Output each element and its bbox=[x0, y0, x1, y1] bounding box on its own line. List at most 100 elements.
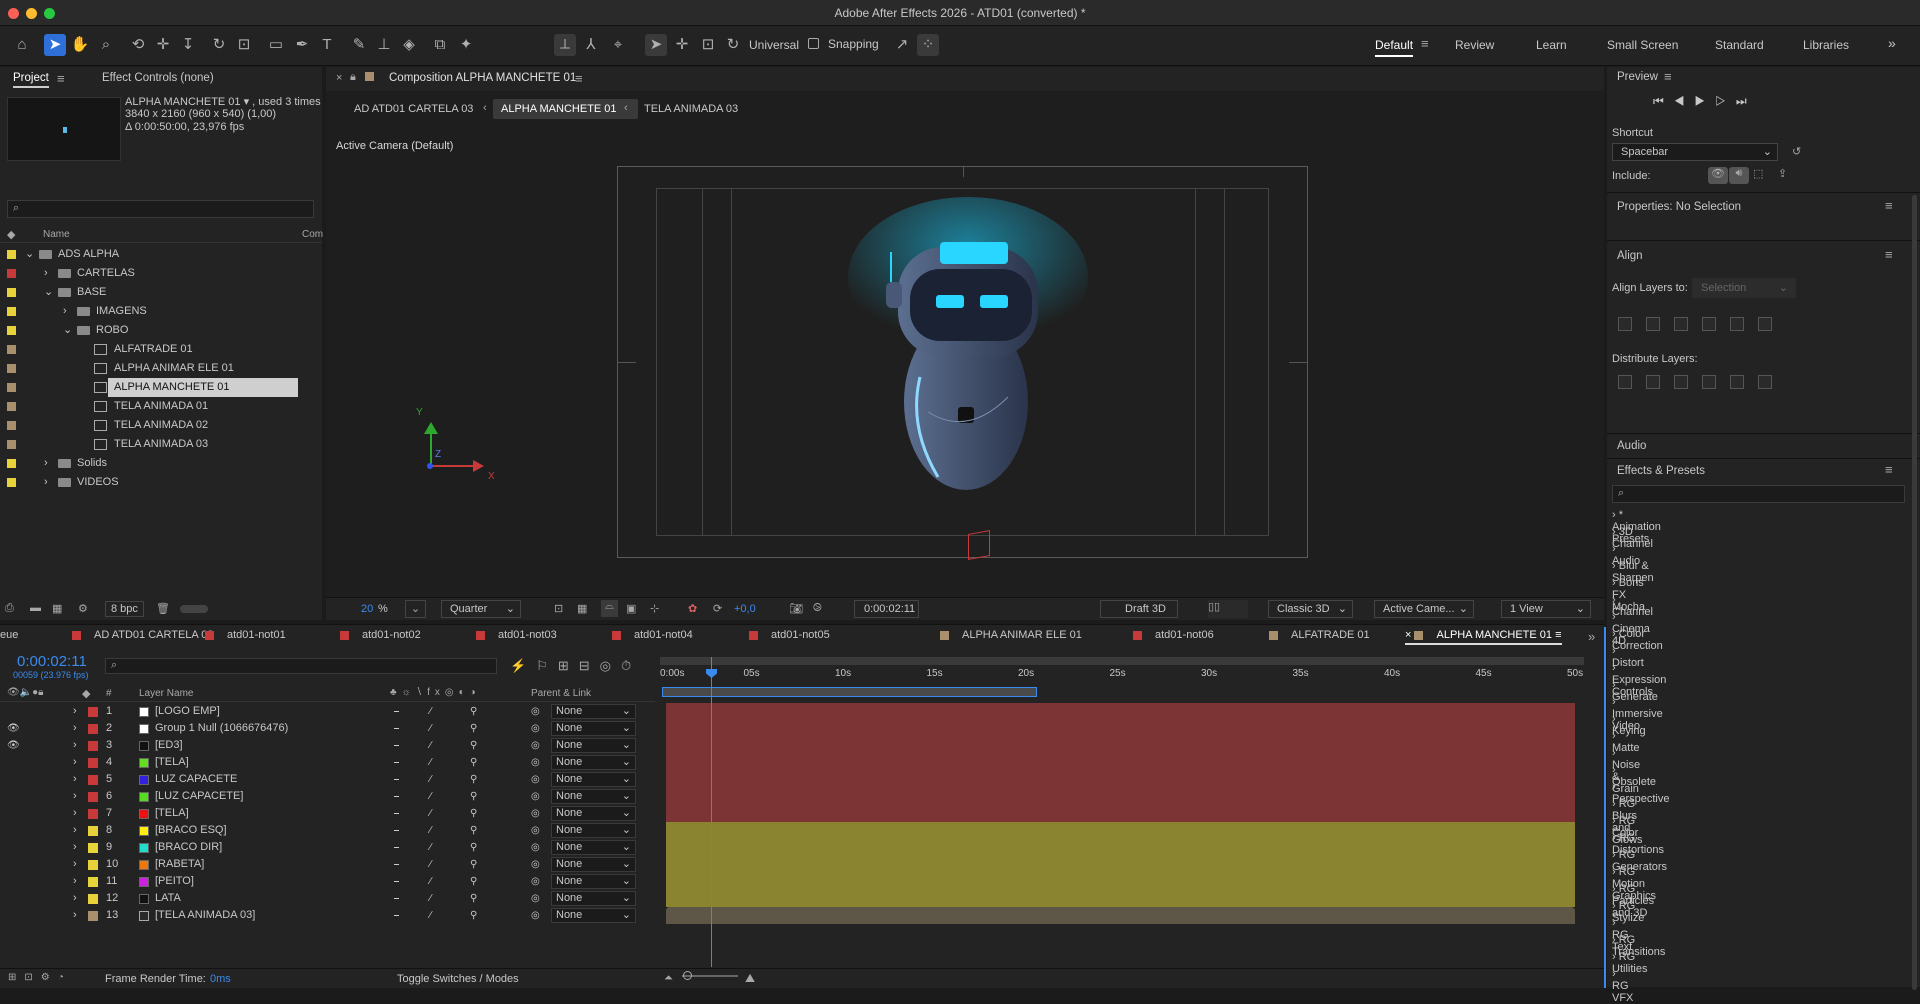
transparency-grid-icon[interactable]: ▦ bbox=[577, 602, 587, 615]
track-matte-icon[interactable]: ⚲ bbox=[470, 737, 477, 754]
label-swatch[interactable] bbox=[88, 894, 98, 904]
label-swatch[interactable] bbox=[7, 459, 16, 468]
timeline-tab[interactable]: atd01-not02 bbox=[340, 625, 421, 645]
label-swatch[interactable] bbox=[7, 307, 16, 316]
parent-select[interactable]: None ⌄ bbox=[551, 908, 636, 923]
label-swatch[interactable] bbox=[88, 724, 98, 734]
snap-options-icon[interactable]: ⁘ bbox=[917, 34, 939, 56]
label-swatch[interactable] bbox=[7, 250, 16, 259]
label-column-icon[interactable]: ◆ bbox=[7, 228, 15, 241]
effects-search-input[interactable]: ⌕ bbox=[1612, 485, 1905, 503]
shortcut-select[interactable]: Spacebar ⌄ bbox=[1612, 143, 1778, 161]
breadcrumb-item[interactable]: TELA ANIMADA 03 bbox=[644, 103, 738, 115]
chevron-right-icon[interactable]: › bbox=[73, 839, 77, 856]
label-swatch[interactable] bbox=[88, 843, 98, 853]
exposure-value[interactable]: +0,0 bbox=[734, 603, 756, 615]
label-swatch[interactable] bbox=[88, 792, 98, 802]
work-area[interactable] bbox=[660, 687, 1584, 697]
type-tool-icon[interactable]: T bbox=[316, 34, 338, 56]
layer-row[interactable]: 👁︎ › 3 [ED3] ⎯ ∕ ⚲ ◎ None ⌄ bbox=[0, 737, 655, 754]
right-scrollbar[interactable] bbox=[1912, 195, 1917, 990]
chevron-right-icon[interactable]: › bbox=[44, 264, 48, 283]
col-layer-name[interactable]: Layer Name bbox=[139, 688, 193, 699]
parent-select[interactable]: None ⌄ bbox=[551, 823, 636, 838]
pick-whip-icon[interactable]: ◎ bbox=[531, 771, 540, 788]
interpret-footage-icon[interactable]: ⎙ bbox=[5, 602, 14, 615]
chevron-down-icon[interactable]: ⌄ bbox=[25, 245, 34, 264]
label-swatch[interactable] bbox=[7, 364, 16, 373]
label-swatch[interactable] bbox=[7, 269, 16, 278]
views-select[interactable]: 1 View ⌄ bbox=[1501, 600, 1591, 618]
layer-switches[interactable]: ⎯ ∕ bbox=[394, 856, 445, 873]
snap-extend-icon[interactable]: ↗ bbox=[891, 34, 913, 56]
chevron-right-icon[interactable]: › bbox=[73, 754, 77, 771]
layer-switches[interactable]: ⎯ ∕ bbox=[394, 703, 445, 720]
channels-icon[interactable]: ✿ bbox=[688, 602, 697, 615]
project-item[interactable]: ⌄ ROBO bbox=[0, 321, 305, 340]
timeline-switch-icons[interactable]: ⚡⚐⊞⊟◎⏱ bbox=[510, 658, 641, 674]
breadcrumb-item[interactable]: AD ATD01 CARTELA 03 bbox=[354, 103, 473, 115]
pick-whip-icon[interactable]: ◎ bbox=[531, 822, 540, 839]
zoom-out-icon[interactable]: ⏶ bbox=[664, 972, 673, 985]
rectangle-tool-icon[interactable]: ▭ bbox=[265, 34, 287, 56]
layer-row[interactable]: › 7 [TELA] ⎯ ∕ ⚲ ◎ None ⌄ bbox=[0, 805, 655, 822]
parent-select[interactable]: None ⌄ bbox=[551, 806, 636, 821]
layer-bar[interactable] bbox=[666, 856, 1575, 873]
align-to-select[interactable]: Selection ⌄ bbox=[1692, 278, 1796, 298]
timeline-tab[interactable]: eue bbox=[0, 625, 18, 645]
pick-whip-icon[interactable]: ◎ bbox=[531, 856, 540, 873]
pick-whip-icon[interactable]: ◎ bbox=[531, 720, 540, 737]
distribute-button[interactable] bbox=[1702, 375, 1716, 389]
lock-icon[interactable]: 🔒︎ bbox=[350, 71, 356, 84]
layer-bar[interactable] bbox=[666, 771, 1575, 788]
workspace-menu-icon[interactable]: ≡ bbox=[1421, 36, 1429, 51]
time-ruler[interactable]: 0:00s 05s 10s 15s 20s 25s 30s 35s 40s 45s 50s bbox=[660, 667, 1584, 685]
project-menu-icon[interactable]: ≡ bbox=[57, 71, 65, 86]
parent-select[interactable]: None ⌄ bbox=[551, 755, 636, 770]
timeline-tab[interactable]: atd01-not06 bbox=[1133, 625, 1214, 645]
track-matte-icon[interactable]: ⚲ bbox=[470, 805, 477, 822]
renderer-select[interactable]: Classic 3D ⌄ bbox=[1268, 600, 1353, 618]
project-item[interactable]: TELA ANIMADA 03 bbox=[0, 435, 305, 454]
grid-icon[interactable]: ⊹ bbox=[650, 602, 659, 615]
comp-panel-title[interactable]: Composition ALPHA MANCHETE 01 bbox=[389, 72, 576, 84]
visibility-toggle[interactable]: 👁︎ bbox=[7, 720, 20, 737]
align-button[interactable] bbox=[1702, 317, 1716, 331]
project-item[interactable]: ⌄ ADS ALPHA bbox=[0, 245, 305, 264]
extended-viewer-icon[interactable]: ▯▯ bbox=[1208, 600, 1248, 618]
chevron-right-icon[interactable]: › bbox=[73, 737, 77, 754]
effects-category[interactable]: › RG VFX bbox=[1612, 968, 1633, 1004]
pick-whip-icon[interactable]: ◎ bbox=[531, 890, 540, 907]
track-matte-icon[interactable]: ⚲ bbox=[470, 771, 477, 788]
distribute-button[interactable] bbox=[1730, 375, 1744, 389]
layer-switches[interactable]: ⎯ ∕ bbox=[394, 720, 445, 737]
pick-whip-icon[interactable]: ◎ bbox=[531, 907, 540, 924]
layer-bar[interactable] bbox=[666, 822, 1575, 839]
label-swatch[interactable] bbox=[7, 402, 16, 411]
draft3d-toggle[interactable]: Draft 3D bbox=[1100, 600, 1178, 618]
chevron-right-icon[interactable]: › bbox=[73, 873, 77, 890]
timeline-tab[interactable]: × ALPHA MANCHETE 01 ≡ bbox=[1405, 625, 1562, 645]
selection-tool-icon[interactable]: ➤ bbox=[44, 34, 66, 56]
parent-select[interactable]: None ⌄ bbox=[551, 721, 636, 736]
close-tab-icon[interactable]: × bbox=[1405, 629, 1414, 641]
include-audio-icon[interactable]: 🔊︎ bbox=[1729, 167, 1749, 184]
workspace-libraries[interactable]: Libraries bbox=[1803, 38, 1849, 52]
dolly-camera-icon[interactable]: ↧ bbox=[177, 34, 199, 56]
chevron-down-icon[interactable]: ⌄ bbox=[44, 283, 53, 302]
pick-whip-icon[interactable]: ◎ bbox=[531, 839, 540, 856]
label-swatch[interactable] bbox=[7, 345, 16, 354]
label-swatch[interactable] bbox=[88, 860, 98, 870]
comp-viewer[interactable]: Y X Z bbox=[416, 166, 1308, 560]
toggle-switches-modes[interactable]: Toggle Switches / Modes bbox=[397, 973, 519, 985]
3d-select-icon[interactable]: ➤ bbox=[645, 34, 667, 56]
layer-switches[interactable]: ⎯ ∕ bbox=[394, 771, 445, 788]
pan-camera-icon[interactable]: ✛ bbox=[152, 34, 174, 56]
chevron-down-icon[interactable]: ⌄ bbox=[63, 321, 72, 340]
playback-controls[interactable]: ⏮◀▶▷⏭ bbox=[1653, 94, 1757, 109]
project-item[interactable]: › IMAGENS bbox=[0, 302, 305, 321]
distribute-button[interactable] bbox=[1758, 375, 1772, 389]
distribute-button[interactable] bbox=[1674, 375, 1688, 389]
av-switches-icon[interactable]: 👁︎🔈●🔒︎ bbox=[7, 687, 44, 698]
timeline-tab[interactable]: ALFATRADE 01 bbox=[1269, 625, 1370, 645]
